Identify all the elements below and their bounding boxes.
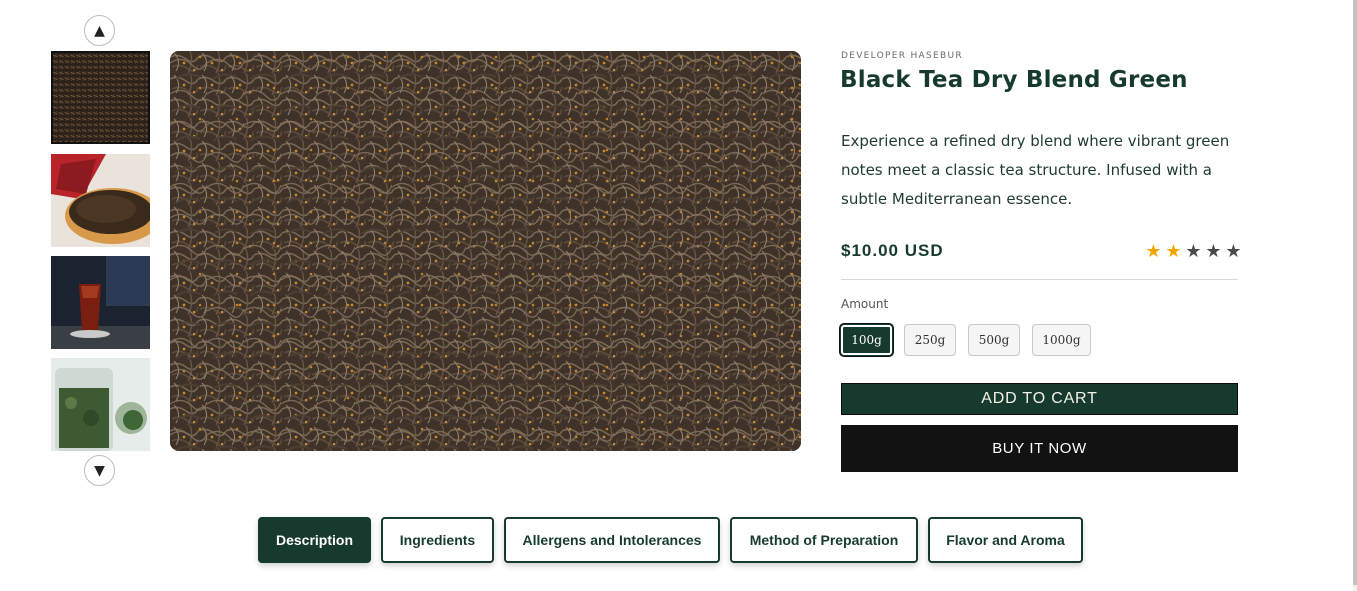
star-icon: ★ <box>1145 241 1162 262</box>
tab-flavor-and-aroma[interactable]: Flavor and Aroma <box>928 517 1083 563</box>
tab-ingredients[interactable]: Ingredients <box>381 517 494 563</box>
star-icon: ★ <box>1165 241 1182 262</box>
divider <box>841 279 1238 280</box>
triangle-up-icon: ▲ <box>94 22 105 39</box>
vendor-name: DEVELOPER HASEBUR <box>841 51 963 61</box>
star-icon: ★ <box>1205 241 1222 262</box>
buy-it-now-button[interactable]: BUY IT NOW <box>841 425 1238 472</box>
thumbnail-tea-in-red-tin[interactable] <box>51 154 150 247</box>
thumbnail-image <box>53 53 148 142</box>
add-to-cart-button[interactable]: ADD TO CART <box>841 383 1238 415</box>
gallery-down-button[interactable]: ▼ <box>84 455 115 486</box>
product-page: ▲ ▼ DEVELOPER HASEBUR Black Tea Dry Blen… <box>0 0 1357 591</box>
tab-method-of-preparation[interactable]: Method of Preparation <box>730 517 918 563</box>
star-icon: ★ <box>1225 241 1242 262</box>
product-photo <box>170 51 801 451</box>
tab-description[interactable]: Description <box>258 517 371 563</box>
product-description: Experience a refined dry blend where vib… <box>841 132 1230 208</box>
triangle-down-icon: ▼ <box>94 462 105 479</box>
thumbnail-tea-glass[interactable] <box>51 256 150 349</box>
amount-option-250g[interactable]: 250g <box>904 324 956 356</box>
tab-allergens-and-intolerances[interactable]: Allergens and Intolerances <box>504 517 720 563</box>
star-icon: ★ <box>1185 241 1202 262</box>
thumbnail-image <box>51 358 150 451</box>
amount-option-500g[interactable]: 500g <box>968 324 1020 356</box>
thumbnail-image <box>51 154 150 247</box>
thumbnail-green-tea-jar[interactable] <box>51 358 150 451</box>
product-price: $10.00 USD <box>841 241 944 260</box>
main-product-image[interactable] <box>170 51 801 451</box>
gallery-up-button[interactable]: ▲ <box>84 15 115 46</box>
thumbnail-dry-tea-leaves[interactable] <box>51 51 150 144</box>
amount-label: Amount <box>841 297 889 311</box>
rating-stars: ★ ★ ★ ★ ★ <box>1144 242 1243 262</box>
amount-option-1000g[interactable]: 1000g <box>1032 324 1091 356</box>
scrollbar-thumb[interactable] <box>1353 0 1357 585</box>
page-scrollbar[interactable] <box>1353 0 1357 591</box>
product-title: Black Tea Dry Blend Green <box>840 67 1188 93</box>
thumbnail-image <box>51 256 150 349</box>
amount-option-100g[interactable]: 100g <box>840 324 893 356</box>
